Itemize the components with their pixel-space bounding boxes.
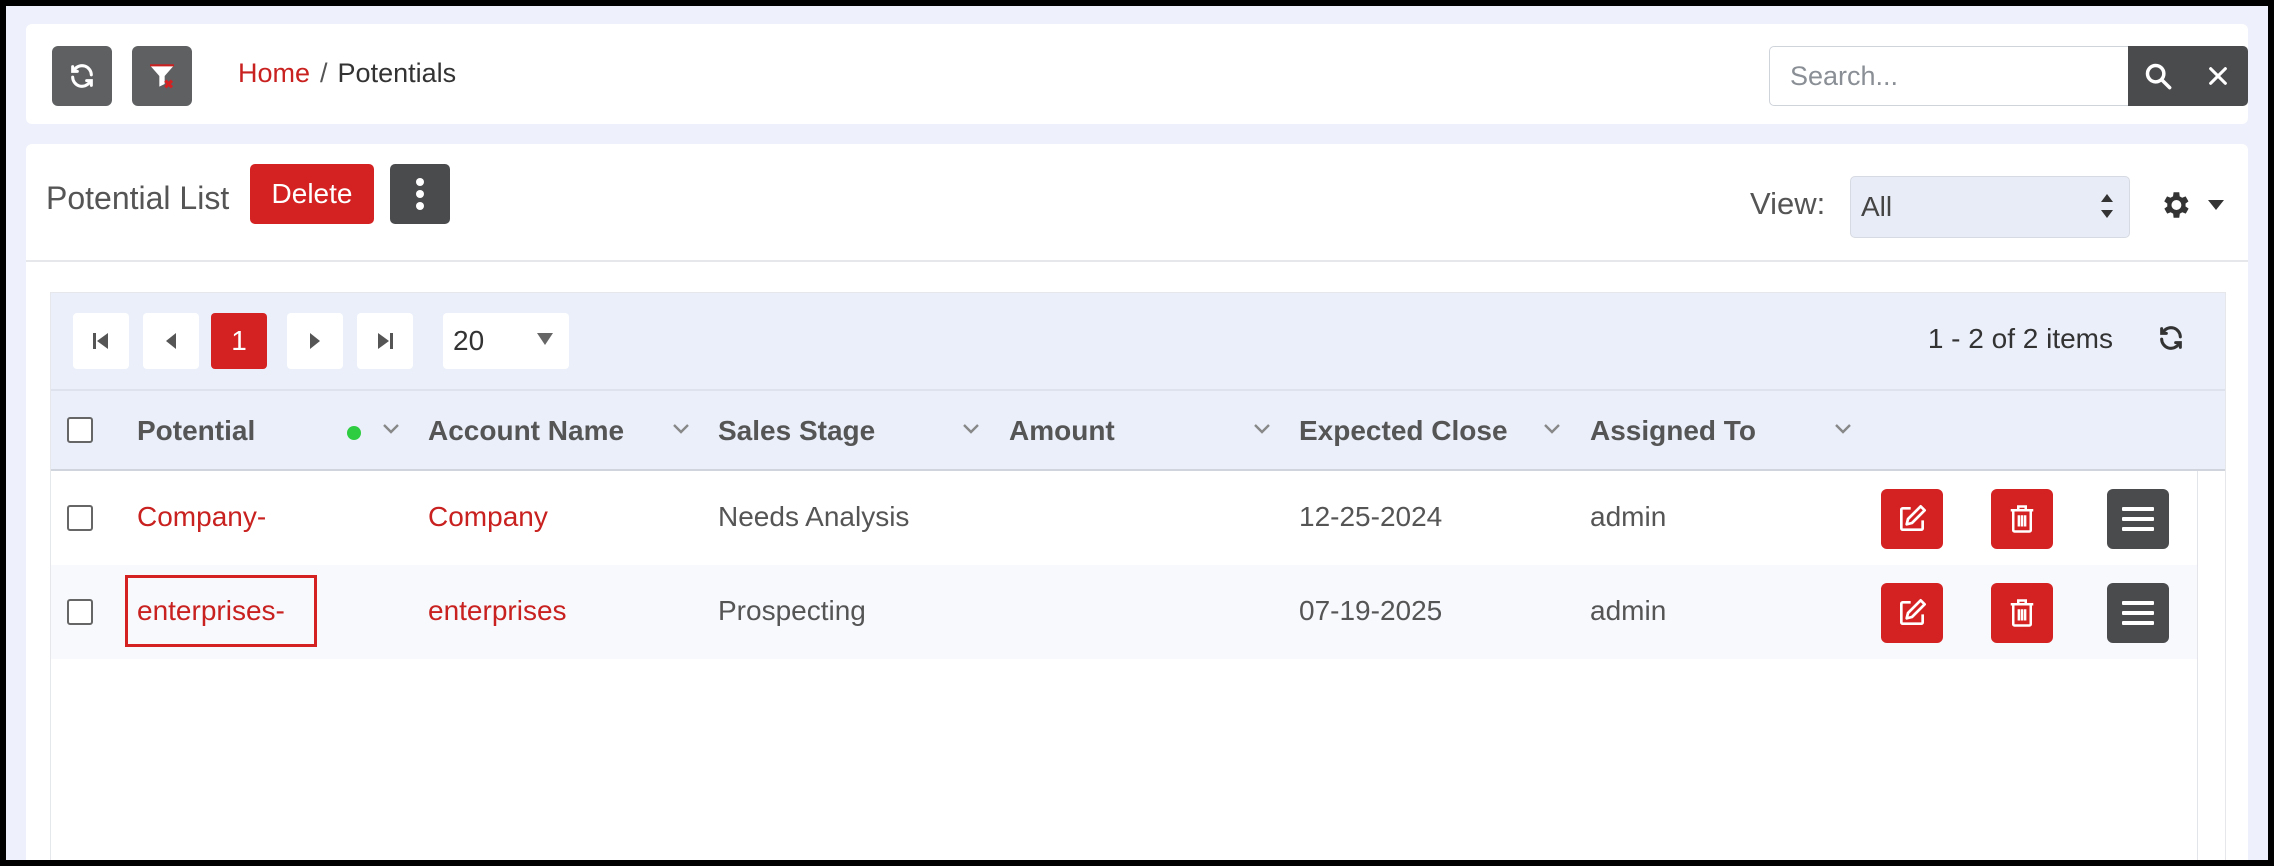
view-select[interactable]: All bbox=[1850, 176, 2130, 238]
chevron-down-icon[interactable] bbox=[1253, 423, 1271, 435]
potential-list-card: Potential List Delete View: All 1 20 1 -… bbox=[26, 144, 2248, 860]
assigned-to-cell: admin bbox=[1590, 595, 1667, 626]
view-label: View: bbox=[1750, 186, 1826, 221]
clear-filter-button[interactable] bbox=[132, 46, 192, 106]
vertical-ellipsis-icon bbox=[416, 178, 424, 210]
potential-link[interactable]: enterprises- bbox=[137, 595, 285, 627]
row-checkbox[interactable] bbox=[67, 599, 93, 625]
delete-button[interactable]: Delete bbox=[250, 164, 374, 224]
search-button[interactable] bbox=[2128, 46, 2188, 106]
refresh-icon bbox=[71, 64, 93, 88]
column-header-amount[interactable]: Amount bbox=[1009, 415, 1115, 447]
edit-button[interactable] bbox=[1881, 583, 1943, 643]
gear-icon[interactable] bbox=[2158, 188, 2192, 222]
page-size-value: 20 bbox=[453, 325, 485, 356]
last-page-button[interactable] bbox=[357, 313, 413, 369]
first-page-icon bbox=[93, 333, 108, 349]
chevron-down-icon bbox=[537, 333, 553, 345]
chevron-down-icon[interactable] bbox=[2208, 200, 2224, 210]
chevron-down-icon[interactable] bbox=[672, 423, 690, 435]
chevron-down-icon[interactable] bbox=[1834, 423, 1852, 435]
next-page-button[interactable] bbox=[287, 313, 343, 369]
card-header: Potential List Delete View: All bbox=[26, 144, 2248, 262]
chevron-down-icon[interactable] bbox=[962, 423, 980, 435]
current-page-button[interactable]: 1 bbox=[211, 313, 267, 369]
view-select-value: All bbox=[1861, 191, 1893, 222]
filter-clear-icon bbox=[150, 64, 174, 89]
sales-stage-cell: Prospecting bbox=[718, 595, 866, 626]
potential-link[interactable]: Company- bbox=[137, 501, 266, 533]
expected-close-cell: 12-25-2024 bbox=[1299, 501, 1443, 532]
breadcrumb-current: Potentials bbox=[337, 58, 457, 88]
refresh-icon[interactable] bbox=[2157, 324, 2185, 352]
trash-icon bbox=[2010, 505, 2034, 533]
pager-info: 1 - 2 of 2 items bbox=[1927, 323, 2113, 354]
top-bar: Home / Potentials bbox=[26, 24, 2248, 124]
page-title: Potential List bbox=[46, 180, 230, 216]
search-clear-button[interactable] bbox=[2188, 46, 2248, 106]
edit-icon bbox=[1900, 599, 1926, 625]
previous-page-button[interactable] bbox=[143, 313, 199, 369]
breadcrumb-separator: / bbox=[320, 58, 328, 88]
account-link[interactable]: enterprises bbox=[428, 595, 567, 627]
column-header-account-name[interactable]: Account Name bbox=[428, 415, 624, 447]
pager: 1 20 1 - 2 of 2 items bbox=[51, 293, 2225, 389]
app-frame: Home / Potentials Potential List Delete Vi… bbox=[6, 6, 2268, 860]
refresh-button[interactable] bbox=[52, 46, 112, 106]
breadcrumb: Home / Potentials bbox=[238, 58, 456, 89]
column-header-potential[interactable]: Potential bbox=[137, 415, 255, 447]
row-menu-button[interactable] bbox=[2107, 489, 2169, 549]
breadcrumb-home-link[interactable]: Home bbox=[238, 58, 310, 88]
row-menu-button[interactable] bbox=[2107, 583, 2169, 643]
sort-arrows-icon bbox=[2101, 194, 2113, 218]
expected-close-cell: 07-19-2025 bbox=[1299, 595, 1443, 626]
table-row: Company- Company Needs Analysis 12-25-20… bbox=[51, 471, 2197, 565]
chevron-down-icon[interactable] bbox=[1543, 423, 1561, 435]
search-icon bbox=[2145, 63, 2172, 90]
first-page-button[interactable] bbox=[73, 313, 129, 369]
select-all-checkbox[interactable] bbox=[67, 417, 93, 443]
column-header-assigned-to[interactable]: Assigned To bbox=[1590, 415, 1756, 447]
sales-stage-cell: Needs Analysis bbox=[718, 501, 910, 532]
caret-left-icon bbox=[166, 333, 176, 349]
delete-row-button[interactable] bbox=[1991, 489, 2053, 549]
assigned-to-cell: admin bbox=[1590, 501, 1667, 532]
close-icon bbox=[2209, 67, 2227, 85]
search-input[interactable] bbox=[1769, 46, 2129, 106]
status-dot-icon bbox=[347, 426, 361, 440]
hamburger-icon bbox=[2122, 601, 2154, 625]
vertical-scrollbar[interactable] bbox=[2197, 471, 2225, 860]
page-size-select[interactable]: 20 bbox=[443, 313, 569, 369]
edit-button[interactable] bbox=[1881, 489, 1943, 549]
trash-icon bbox=[2010, 599, 2034, 627]
account-link[interactable]: Company bbox=[428, 501, 548, 533]
column-header-expected-close[interactable]: Expected Close bbox=[1299, 415, 1508, 447]
last-page-icon bbox=[378, 333, 393, 349]
chevron-down-icon[interactable] bbox=[382, 423, 400, 435]
table-row: enterprises- enterprises Prospecting 07-… bbox=[51, 565, 2197, 659]
more-actions-button[interactable] bbox=[390, 164, 450, 224]
edit-icon bbox=[1900, 505, 1926, 531]
hamburger-icon bbox=[2122, 507, 2154, 531]
delete-row-button[interactable] bbox=[1991, 583, 2053, 643]
column-header-sales-stage[interactable]: Sales Stage bbox=[718, 415, 875, 447]
row-checkbox[interactable] bbox=[67, 505, 93, 531]
caret-right-icon bbox=[310, 333, 320, 349]
potentials-grid: 1 20 1 - 2 of 2 items Potential Account … bbox=[50, 292, 2226, 860]
table-header: Potential Account Name Sales Stage Amoun… bbox=[51, 389, 2225, 471]
